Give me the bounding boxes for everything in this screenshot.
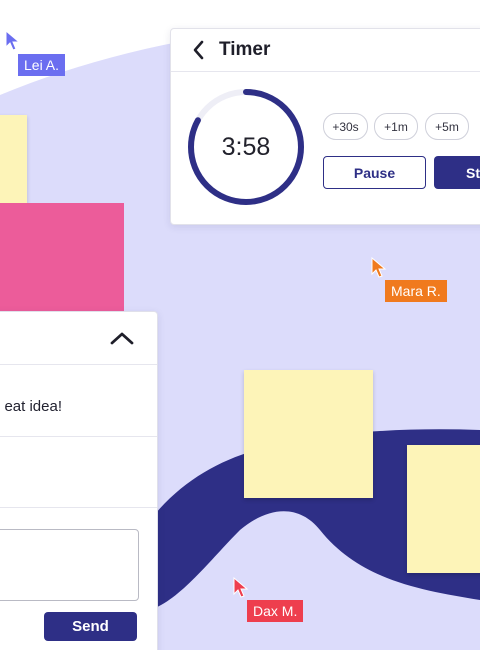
cursor-label-dax: Dax M. (247, 600, 304, 622)
timer-header: Timer (171, 29, 480, 72)
sticky-note[interactable] (0, 115, 27, 211)
divider (0, 507, 157, 508)
chevron-left-icon[interactable] (191, 40, 207, 60)
chat-message-input[interactable] (0, 529, 139, 601)
pointer-arrow-icon (5, 30, 21, 51)
sticky-note[interactable] (244, 370, 373, 498)
chevron-up-icon[interactable] (109, 330, 135, 346)
add-5m-button[interactable]: +5m (425, 113, 469, 140)
cursor-label-mara: Mara R. (385, 280, 447, 302)
start-button[interactable]: St (434, 156, 480, 189)
chat-header (0, 312, 157, 365)
chat-message-text: eat idea! (4, 398, 62, 415)
pause-button[interactable]: Pause (323, 156, 426, 189)
timer-time: 3:58 (221, 132, 271, 161)
whiteboard-canvas[interactable]: Timer 3:58 +30s +1m +5m Pause St eat ide… (0, 0, 480, 650)
sticky-note[interactable] (407, 445, 480, 573)
timer-title: Timer (219, 39, 271, 60)
add-1m-button[interactable]: +1m (374, 113, 418, 140)
pointer-arrow-icon (371, 257, 387, 278)
send-button[interactable]: Send (44, 612, 137, 641)
timer-ring: 3:58 (185, 86, 307, 208)
pointer-arrow-icon (233, 577, 249, 598)
chat-panel: eat idea! Send (0, 311, 158, 650)
add-30s-button[interactable]: +30s (323, 113, 368, 140)
cursor-label-lei: Lei A. (18, 54, 66, 76)
divider (0, 436, 157, 437)
timer-panel: Timer 3:58 +30s +1m +5m Pause St (170, 28, 480, 225)
sticky-note-pink[interactable] (0, 203, 124, 321)
